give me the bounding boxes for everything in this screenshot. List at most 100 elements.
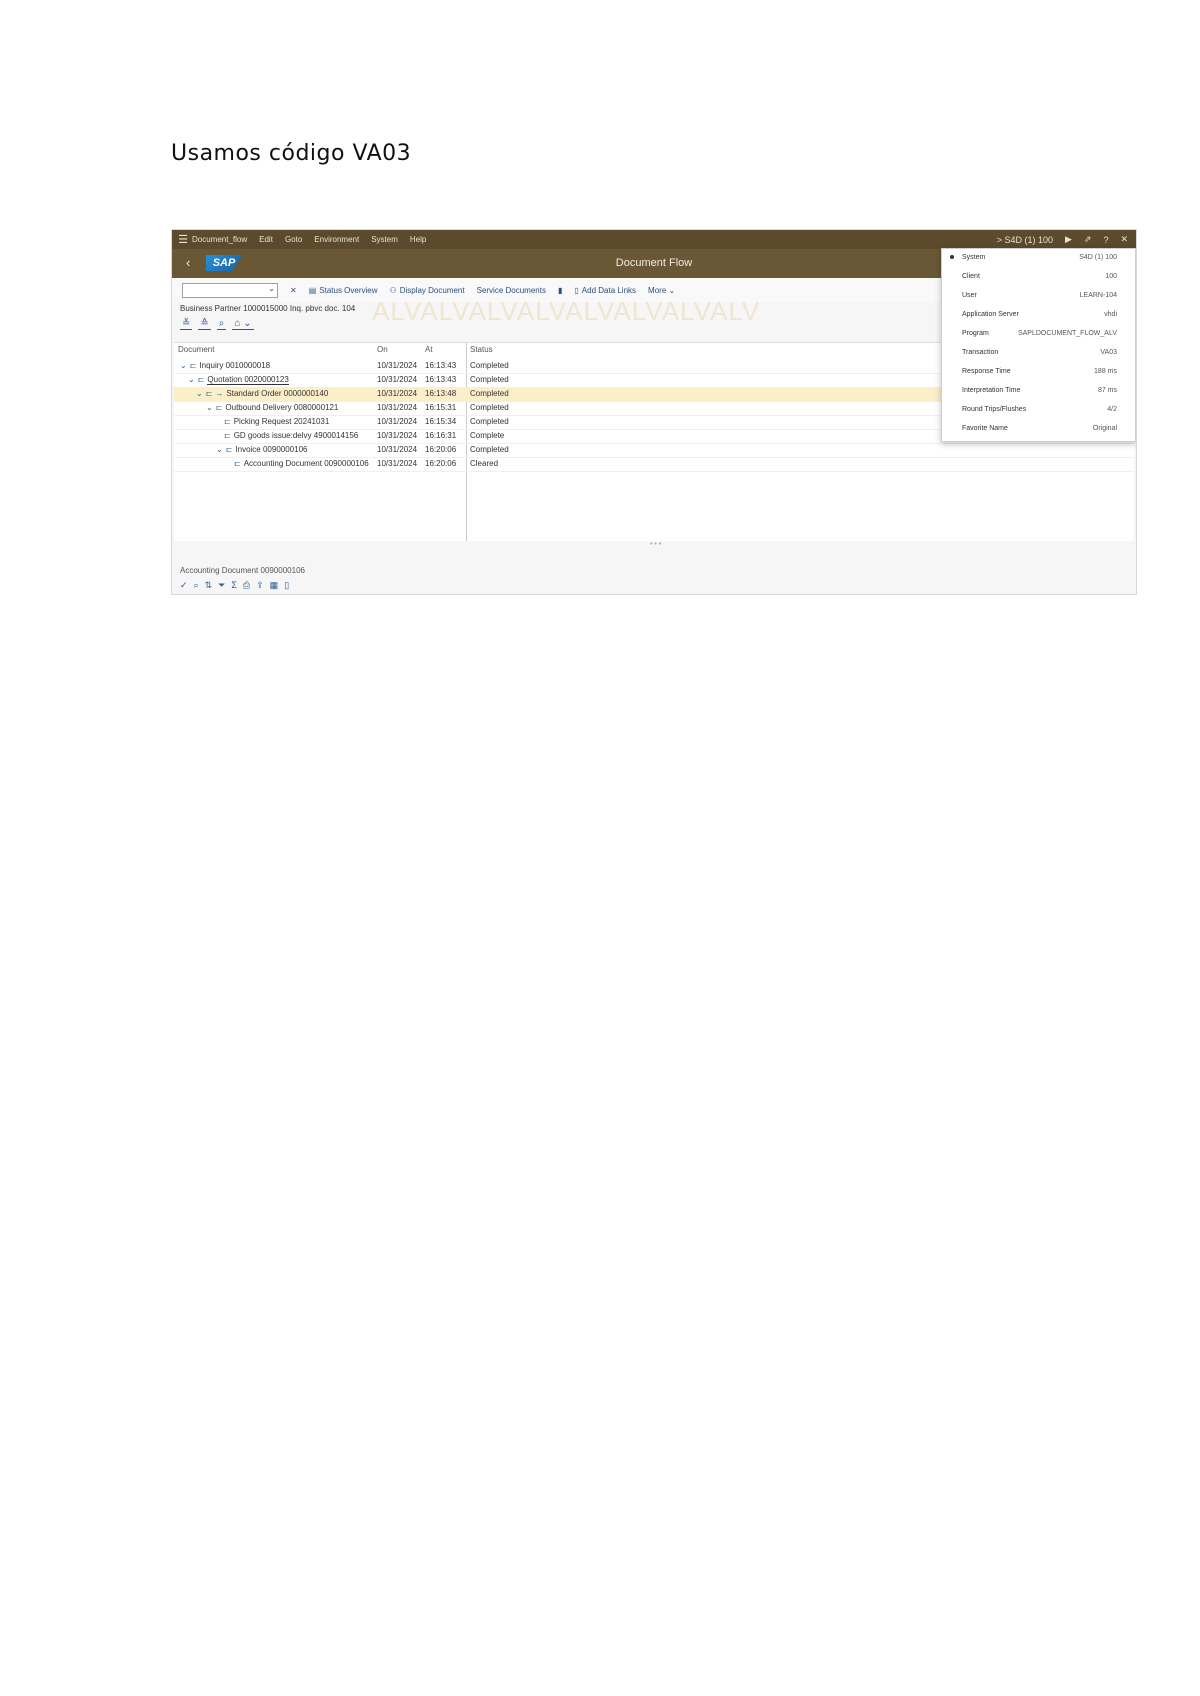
popover-row: System S4D (1) 100 [942,249,1135,268]
system-info-popover: System S4D (1) 100 Client 100 User LEARN-10… [941,248,1136,442]
popover-row: Application Server vhdi [962,311,1117,318]
date-cell: 10/31/2024 [377,417,418,426]
popover-row: User LEARN-104 [962,292,1117,299]
chevron-down-icon[interactable]: ⌄ [216,445,223,454]
command-field[interactable]: ⌄ [182,282,278,298]
popover-row: Client 100 [962,273,1117,280]
status-cell: Completed [470,417,509,426]
chevron-down-icon[interactable]: ⌄ [180,361,187,370]
selected-document-label: Accounting Document 0090000106 [180,566,305,575]
document-icon: ⊏ [215,403,223,412]
document-icon: ⊏ [234,459,241,468]
document-cell[interactable]: GD goods issue:delvy 4900014156 [234,431,359,440]
chevron-down-icon[interactable]: ⌄ [206,403,213,412]
document-icon: ⊏ [197,375,205,384]
print-icon[interactable]: ⎙ [243,580,250,591]
layout-icon[interactable]: ⌂ ⌄ [232,318,254,330]
chart-icon[interactable]: ▮ [558,286,562,295]
doc-icon[interactable]: ▯ [284,580,289,591]
table-row[interactable]: ⌄ ⊏ Invoice 0090000106 10/31/2024 16:20:06… [174,443,1134,458]
status-overview-button[interactable]: ▤ Status Overview [309,286,378,295]
document-cell[interactable]: Quotation 0020000123 [207,375,289,385]
chevron-down-icon[interactable]: ⌄ [196,389,203,398]
add-data-links-button[interactable]: ▯ Add Data Links [574,286,636,295]
document-icon: ⊏ [225,445,233,454]
search-icon[interactable]: ⌕ [216,318,227,330]
close-search-icon[interactable]: ✕ [290,286,297,295]
grid-icon[interactable]: ▦ [270,580,279,591]
header-document[interactable]: Document [178,345,214,357]
collapse-all-icon[interactable]: ≙ [198,318,211,330]
time-cell: 16:13:48 [425,389,457,398]
filter-icon[interactable]: ⏷ [218,580,225,591]
tree-icon-row: ≚ ≙ ⌕ ⌂ ⌄ [180,318,254,330]
bullet-icon [950,255,954,259]
time-cell: 16:15:31 [425,403,457,412]
time-cell: 16:15:34 [425,417,457,426]
menu-document-flow[interactable]: Document_flow [192,235,247,244]
menu-environment[interactable]: Environment [314,235,359,244]
time-cell: 16:16:31 [425,431,457,440]
document-cell[interactable]: Accounting Document 0090000106 [244,459,369,468]
sap-screenshot: ☰ Document_flow Edit Goto Environment Sy… [171,229,1137,595]
export-icon[interactable]: ⇪ [256,580,264,591]
service-documents-button[interactable]: Service Documents [477,286,546,295]
close-icon[interactable]: ✕ [1120,234,1128,245]
date-cell: 10/31/2024 [377,375,418,384]
display-document-button[interactable]: ⚇ Display Document [390,286,465,295]
sort-icon[interactable]: ⇅ [205,580,213,591]
popover-row: Response Time 188 ms [962,368,1117,375]
business-partner-line: Business Partner 1000015000 Inq. pbvc do… [180,304,356,313]
popover-row: Interpretation Time 87 ms [962,387,1117,394]
status-icon: ▤ [308,285,317,295]
date-cell: 10/31/2024 [377,431,418,440]
hamburger-icon[interactable]: ☰ [174,233,192,246]
date-cell: 10/31/2024 [377,459,418,468]
menu-system[interactable]: System [371,235,398,244]
expand-all-icon[interactable]: ≚ [180,318,193,330]
menu-help[interactable]: Help [410,235,426,244]
menu-bar: ☰ Document_flow Edit Goto Environment Sy… [172,230,1136,249]
date-cell: 10/31/2024 [377,445,418,454]
glasses-icon: ⚇ [389,285,397,295]
check-icon[interactable]: ✓ [180,580,188,591]
status-cell: Completed [470,403,509,412]
table-row[interactable]: ⊏ Accounting Document 0090000106 10/31/20… [174,457,1134,472]
document-cell[interactable]: Inquiry 0010000018 [199,361,270,370]
menu-edit[interactable]: Edit [259,235,273,244]
help-icon[interactable]: ? [1103,235,1108,245]
date-cell: 10/31/2024 [377,389,418,398]
document-icon: ⊏ [224,417,231,426]
date-cell: 10/31/2024 [377,403,418,412]
zoom-icon[interactable]: ⌕ [194,580,199,591]
popover-row: Round Trips/Flushes 4/2 [962,406,1117,413]
document-cell[interactable]: Standard Order 0000000140 [226,389,328,398]
chevron-down-icon: ⌄ [268,283,275,293]
menu-goto[interactable]: Goto [285,235,302,244]
document-cell[interactable]: Invoice 0090000106 [235,445,307,454]
share-icon[interactable]: ⇗ [1084,234,1092,245]
document-icon: ⊏ [224,431,231,440]
header-status[interactable]: Status [470,345,493,357]
status-cell: Complete [470,431,505,440]
document-icon: ⊏ [205,389,213,398]
document-icon: ⊏ [189,361,197,370]
status-cell: Completed [470,361,509,370]
document-cell[interactable]: Picking Request 20241031 [234,417,330,426]
bottom-toolbar: ✓ ⌕ ⇅ ⏷ Σ ⎙ ⇪ ▦ ▯ [180,580,289,591]
status-cell: Cleared [470,459,499,468]
chevron-down-icon[interactable]: ⌄ [188,375,195,384]
document-cell[interactable]: Outbound Delivery 0080000121 [225,403,338,412]
page-heading: Usamos código VA03 [171,141,412,166]
sum-icon[interactable]: Σ [231,580,237,591]
popover-row: Transaction VA03 [962,349,1117,356]
play-icon[interactable]: ▶ [1065,234,1072,245]
header-on[interactable]: On [377,345,388,357]
system-indicator[interactable]: > S4D (1) 100 [997,235,1053,245]
time-cell: 16:20:06 [425,459,457,468]
header-at[interactable]: At [425,345,433,357]
time-cell: 16:13:43 [425,375,457,384]
splitter-handle[interactable]: • • • [650,541,661,548]
more-button[interactable]: More ⌄ [648,286,675,295]
status-cell: Completed [470,375,509,384]
